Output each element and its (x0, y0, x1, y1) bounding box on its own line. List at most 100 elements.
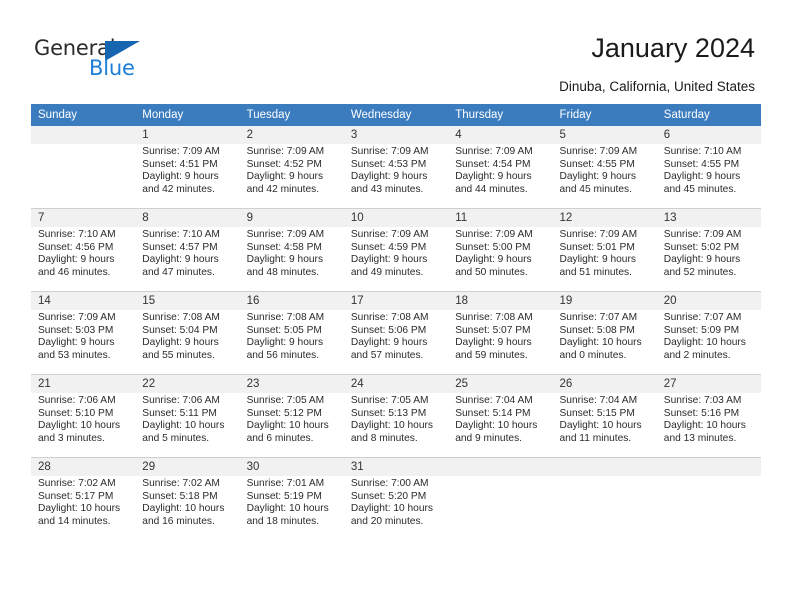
daylight-text-line1: Daylight: 9 hours (663, 254, 741, 266)
daylight-text-line2: and 9 minutes. (455, 432, 523, 444)
daylight-text-line1: Daylight: 10 hours (559, 337, 642, 349)
page-header: General Blue January 2024 Dinuba, Califo… (0, 0, 792, 100)
weekday-header-tuesday: Tuesday (239, 104, 344, 126)
day-cell[interactable]: Sunrise: 7:10 AM Sunset: 4:56 PM Dayligh… (31, 227, 136, 291)
day-number: 24 (343, 375, 449, 393)
day-cell[interactable]: Sunrise: 7:10 AM Sunset: 4:57 PM Dayligh… (135, 227, 240, 291)
daylight-text-line1: Daylight: 10 hours (350, 503, 434, 515)
general-blue-logo[interactable]: General Blue (34, 36, 164, 84)
daylight-text-line1: Daylight: 10 hours (559, 420, 642, 432)
daylight-text-line2: and 18 minutes. (246, 515, 320, 527)
day-cell[interactable]: Sunrise: 7:03 AM Sunset: 5:16 PM Dayligh… (656, 393, 762, 457)
day-number (31, 126, 136, 144)
sunset-text: Sunset: 4:53 PM (350, 158, 427, 170)
day-cell[interactable]: Sunrise: 7:09 AM Sunset: 5:03 PM Dayligh… (31, 310, 136, 374)
daylight-text-line1: Daylight: 9 hours (350, 171, 428, 183)
sunrise-text: Sunrise: 7:09 AM (455, 146, 533, 157)
daylight-text-line1: Daylight: 9 hours (142, 337, 219, 349)
daylight-text-line2: and 44 minutes. (455, 183, 528, 195)
week-detail-row: Sunrise: 7:09 AM Sunset: 5:03 PM Dayligh… (31, 310, 762, 374)
daylight-text-line2: and 45 minutes. (663, 183, 737, 195)
sunset-text: Sunset: 5:10 PM (38, 407, 114, 419)
day-cell[interactable]: Sunrise: 7:09 AM Sunset: 4:59 PM Dayligh… (343, 227, 449, 291)
day-cell[interactable]: Sunrise: 7:04 AM Sunset: 5:14 PM Dayligh… (448, 393, 553, 457)
day-cell[interactable]: Sunrise: 7:02 AM Sunset: 5:17 PM Dayligh… (31, 476, 136, 540)
sunset-text: Sunset: 4:57 PM (142, 241, 218, 253)
daylight-text-line2: and 6 minutes. (246, 432, 314, 444)
daylight-text-line1: Daylight: 10 hours (246, 503, 329, 515)
day-cell[interactable]: Sunrise: 7:08 AM Sunset: 5:04 PM Dayligh… (135, 310, 240, 374)
sunset-text: Sunset: 4:51 PM (142, 158, 218, 170)
day-cell[interactable]: Sunrise: 7:08 AM Sunset: 5:05 PM Dayligh… (239, 310, 344, 374)
week-daynumber-row: 28 29 30 31 (31, 458, 762, 476)
day-number: 9 (239, 209, 344, 227)
day-cell[interactable] (656, 476, 762, 540)
daylight-text-line1: Daylight: 9 hours (246, 171, 324, 183)
day-cell[interactable]: Sunrise: 7:09 AM Sunset: 4:51 PM Dayligh… (135, 144, 240, 208)
daylight-text-line2: and 3 minutes. (38, 432, 105, 444)
calendar-header-row: Sunday Monday Tuesday Wednesday Thursday… (31, 104, 762, 126)
day-cell[interactable]: Sunrise: 7:09 AM Sunset: 4:53 PM Dayligh… (343, 144, 449, 208)
day-cell[interactable]: Sunrise: 7:09 AM Sunset: 5:02 PM Dayligh… (656, 227, 762, 291)
daylight-text-line1: Daylight: 9 hours (559, 171, 636, 183)
day-cell[interactable]: Sunrise: 7:08 AM Sunset: 5:06 PM Dayligh… (343, 310, 449, 374)
day-cell[interactable]: Sunrise: 7:10 AM Sunset: 4:55 PM Dayligh… (656, 144, 762, 208)
day-number: 30 (239, 458, 344, 476)
sunset-text: Sunset: 5:03 PM (38, 324, 114, 336)
day-cell[interactable]: Sunrise: 7:09 AM Sunset: 4:52 PM Dayligh… (239, 144, 344, 208)
day-cell[interactable]: Sunrise: 7:07 AM Sunset: 5:09 PM Dayligh… (656, 310, 762, 374)
day-cell[interactable]: Sunrise: 7:04 AM Sunset: 5:15 PM Dayligh… (552, 393, 657, 457)
sunrise-text: Sunrise: 7:08 AM (246, 312, 325, 323)
sunset-text: Sunset: 5:13 PM (350, 407, 427, 419)
day-cell[interactable]: Sunrise: 7:02 AM Sunset: 5:18 PM Dayligh… (135, 476, 240, 540)
sunset-text: Sunset: 4:55 PM (663, 158, 740, 170)
daylight-text-line2: and 43 minutes. (350, 183, 424, 195)
day-number: 25 (448, 375, 553, 393)
day-cell[interactable]: Sunrise: 7:06 AM Sunset: 5:11 PM Dayligh… (135, 393, 240, 457)
logo-text-blue: Blue (89, 56, 135, 80)
day-cell[interactable]: Sunrise: 7:05 AM Sunset: 5:13 PM Dayligh… (343, 393, 449, 457)
daylight-text-line2: and 59 minutes. (455, 349, 528, 361)
daylight-text-line2: and 57 minutes. (350, 349, 424, 361)
day-number: 3 (343, 126, 449, 144)
sunset-text: Sunset: 5:17 PM (38, 490, 114, 502)
day-cell[interactable] (31, 144, 136, 208)
day-number: 6 (656, 126, 762, 144)
day-cell[interactable]: Sunrise: 7:08 AM Sunset: 5:07 PM Dayligh… (448, 310, 553, 374)
day-cell[interactable]: Sunrise: 7:06 AM Sunset: 5:10 PM Dayligh… (31, 393, 136, 457)
day-cell[interactable]: Sunrise: 7:01 AM Sunset: 5:19 PM Dayligh… (239, 476, 344, 540)
sunset-text: Sunset: 4:58 PM (246, 241, 322, 253)
day-cell[interactable]: Sunrise: 7:09 AM Sunset: 5:00 PM Dayligh… (448, 227, 553, 291)
daylight-text-line1: Daylight: 10 hours (38, 420, 121, 432)
day-cell[interactable]: Sunrise: 7:09 AM Sunset: 4:54 PM Dayligh… (448, 144, 553, 208)
sunset-text: Sunset: 5:12 PM (246, 407, 322, 419)
sunset-text: Sunset: 5:02 PM (663, 241, 740, 253)
day-cell[interactable]: Sunrise: 7:09 AM Sunset: 4:55 PM Dayligh… (552, 144, 657, 208)
sunrise-text: Sunrise: 7:09 AM (559, 146, 638, 157)
day-number (448, 458, 553, 476)
daylight-text-line2: and 46 minutes. (38, 266, 111, 278)
day-cell[interactable]: Sunrise: 7:05 AM Sunset: 5:12 PM Dayligh… (239, 393, 344, 457)
day-cell[interactable] (552, 476, 657, 540)
day-cell[interactable]: Sunrise: 7:09 AM Sunset: 5:01 PM Dayligh… (552, 227, 657, 291)
daylight-text-line1: Daylight: 10 hours (142, 503, 225, 515)
weekday-header-friday: Friday (552, 104, 657, 126)
daylight-text-line2: and 47 minutes. (142, 266, 215, 278)
sunset-text: Sunset: 5:08 PM (559, 324, 635, 336)
week-detail-row: Sunrise: 7:10 AM Sunset: 4:56 PM Dayligh… (31, 227, 762, 291)
daylight-text-line1: Daylight: 9 hours (38, 337, 115, 349)
daylight-text-line2: and 48 minutes. (246, 266, 320, 278)
daylight-text-line2: and 51 minutes. (559, 266, 632, 278)
sunset-text: Sunset: 5:06 PM (350, 324, 427, 336)
daylight-text-line2: and 11 minutes. (559, 432, 632, 444)
sunset-text: Sunset: 5:09 PM (663, 324, 740, 336)
daylight-text-line2: and 16 minutes. (142, 515, 215, 527)
day-cell[interactable]: Sunrise: 7:00 AM Sunset: 5:20 PM Dayligh… (343, 476, 449, 540)
day-cell[interactable]: Sunrise: 7:07 AM Sunset: 5:08 PM Dayligh… (552, 310, 657, 374)
day-number: 12 (552, 209, 657, 227)
sunset-text: Sunset: 4:59 PM (350, 241, 427, 253)
day-number: 5 (552, 126, 657, 144)
day-cell[interactable] (448, 476, 553, 540)
day-cell[interactable]: Sunrise: 7:09 AM Sunset: 4:58 PM Dayligh… (239, 227, 344, 291)
sunset-text: Sunset: 5:11 PM (142, 407, 217, 419)
